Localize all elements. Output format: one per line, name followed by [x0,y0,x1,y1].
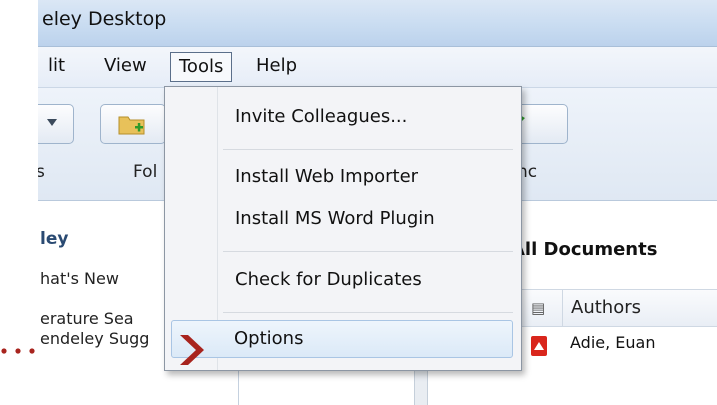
menu-view[interactable]: View [96,52,155,80]
screenshot-frame: eley Desktop lit View Tools Help s Fol n… [0,0,717,405]
add-folder-button[interactable] [100,104,166,144]
chevron-down-icon [47,119,57,126]
sidebar-item-mendeley-suggest[interactable]: endeley Sugg [40,329,149,348]
menu-separator [223,251,513,252]
menu-item-options[interactable]: Options [171,320,513,358]
menu-item-check-duplicates[interactable]: Check for Duplicates [169,262,515,298]
menu-separator [223,312,513,313]
window-title: eley Desktop [42,8,167,30]
tools-dropdown-menu: Invite Colleagues... Install Web Importe… [164,86,522,371]
chevron-right-icon [180,335,204,365]
file-type-column-icon[interactable]: ▤ [531,299,545,317]
title-bar[interactable]: eley Desktop [38,0,717,47]
menu-help[interactable]: Help [248,52,305,80]
menu-item-label: Invite Colleagues... [235,106,408,127]
pdf-icon [531,336,547,356]
menu-item-label: Install Web Importer [235,166,419,187]
sidebar-item-literature-search[interactable]: erature Sea [40,309,134,328]
sidebar-header: ley [40,229,69,249]
app-window: eley Desktop lit View Tools Help s Fol n… [38,0,717,405]
toolbar-label-documents: s [38,162,45,182]
menu-item-invite-colleagues[interactable]: Invite Colleagues... [169,99,515,135]
menu-item-install-ms-word-plugin[interactable]: Install MS Word Plugin [169,201,515,237]
menu-item-label: Install MS Word Plugin [235,208,435,229]
author-cell: Adie, Euan [570,333,656,352]
pane-title: All Documents [511,239,658,260]
menu-item-install-web-importer[interactable]: Install Web Importer [169,159,515,195]
menu-item-label: Check for Duplicates [235,269,422,290]
folder-add-icon [118,116,145,135]
toolbar-label-folder: Fol [133,162,158,182]
menu-separator [223,149,513,150]
sidebar-item-whats-new[interactable]: hat's New [40,269,119,288]
menu-bar: lit View Tools Help [38,47,717,88]
menu-edit[interactable]: lit [40,52,73,80]
menu-item-label: Options [234,328,304,349]
authors-column-header[interactable]: Authors [562,290,641,326]
toolbar-dropdown-button[interactable] [38,104,74,144]
menu-tools[interactable]: Tools [170,52,233,82]
